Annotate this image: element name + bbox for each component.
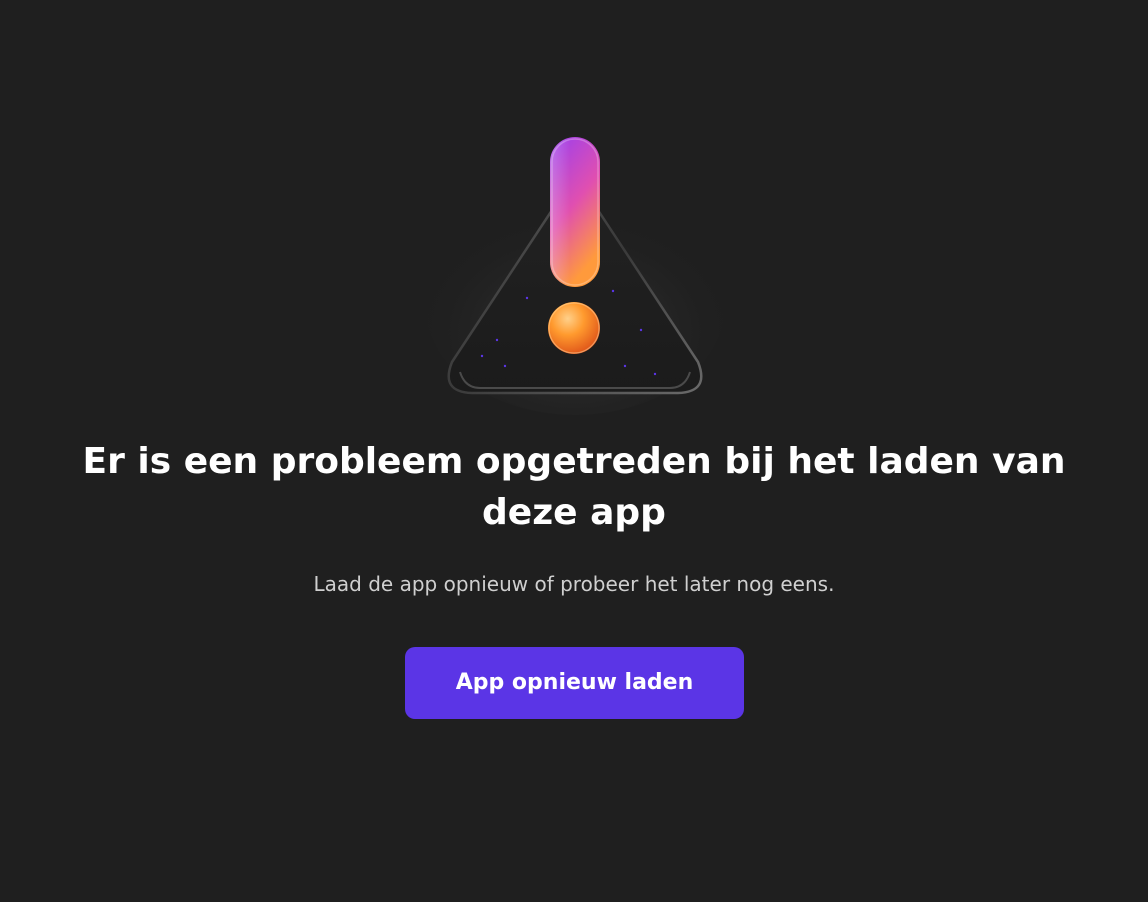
error-message: Laad de app opnieuw of probeer het later…	[313, 572, 835, 596]
warning-triangle-icon	[420, 120, 730, 420]
error-title: Er is een probleem opgetreden bij het la…	[82, 441, 1066, 533]
reload-app-button[interactable]: App opnieuw laden	[405, 647, 744, 719]
error-page: Er is een probleem opgetreden bij het la…	[0, 0, 1148, 902]
